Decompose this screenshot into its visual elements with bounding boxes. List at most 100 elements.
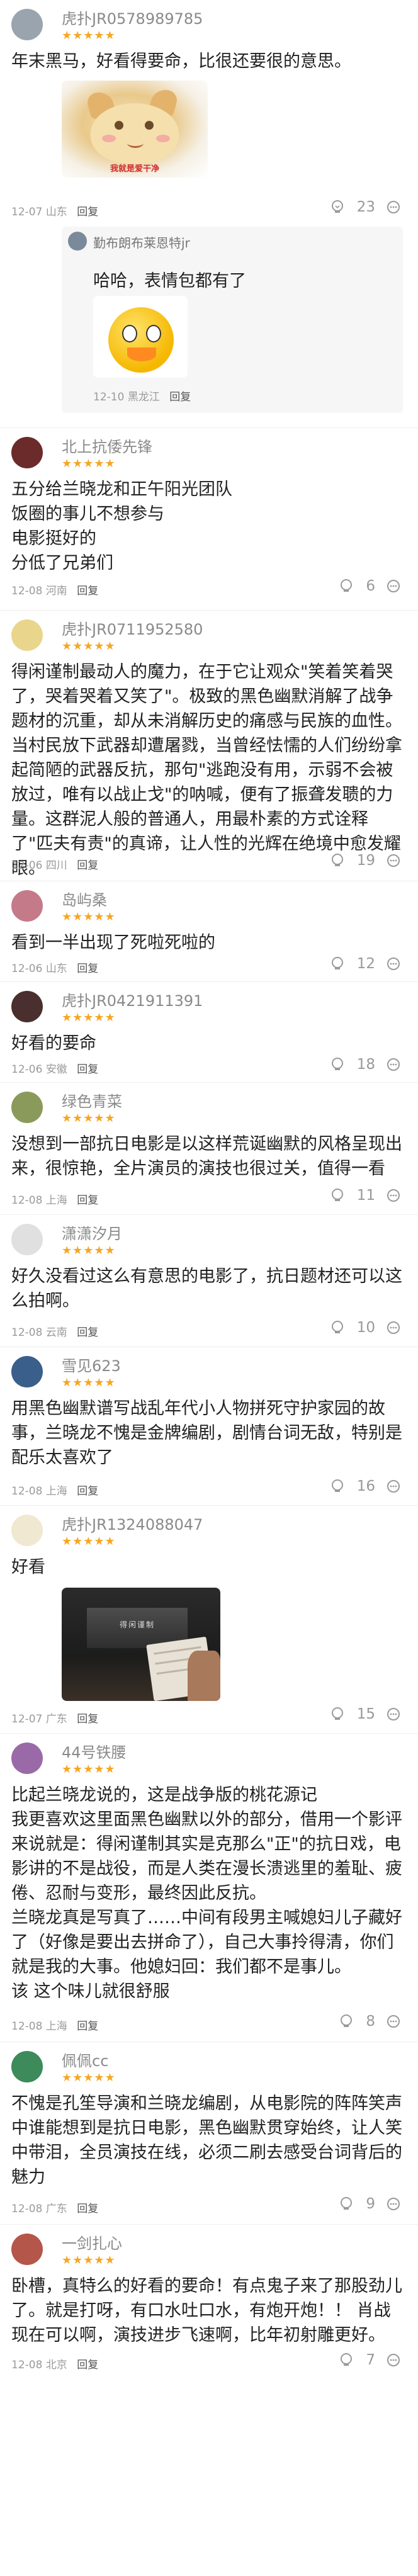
user-avatar[interactable] [11,619,43,651]
reply-username[interactable]: 勤布朗布莱恩特jr [93,233,190,251]
reply-button[interactable]: 回复 [77,206,98,218]
user-avatar[interactable] [11,2051,43,2082]
comment-meta: 12-08 云南 回复 [11,1323,98,1339]
lightbulb-like-icon[interactable] [338,2196,354,2212]
lightbulb-like-icon[interactable] [329,199,346,215]
lightbulb-like-icon[interactable] [329,1056,346,1073]
more-dots-icon[interactable] [387,2353,400,2367]
comment-date: 12-06 [11,963,43,975]
user-avatar[interactable] [11,991,43,1022]
comment-location: 安徽 [45,1063,67,1076]
comment-item: 虎扑JR0421911391 ★★★★★ 好看的要命 12-06 安徽 回复 1… [0,982,418,1083]
reply-button[interactable]: 回复 [77,2359,98,2371]
reply-button[interactable]: 回复 [77,585,98,597]
reply-button[interactable]: 回复 [77,963,98,975]
comment-location: 上海 [45,1194,67,1207]
more-dots-icon[interactable] [387,2014,400,2028]
reply-button[interactable]: 回复 [77,859,98,872]
more-dots-icon[interactable] [387,1707,400,1721]
photo-title: 得闲谨制 [119,1620,155,1629]
comment-username[interactable]: 虎扑JR0711952580 [62,617,203,639]
comment-username[interactable]: 佩佩cc [62,2048,108,2070]
like-count: 9 [366,2196,375,2212]
reply-button[interactable]: 回复 [77,2203,98,2215]
comment-date: 12-08 [11,2359,43,2371]
user-avatar[interactable] [11,1224,43,1255]
comment-username[interactable]: 虎扑JR0578989785 [62,6,203,28]
comment-item: 北上抗倭先锋 ★★★★★ 五分给兰晓龙和正午阳光团队 饭圈的事儿不想参与 电影挺… [0,428,418,611]
user-avatar[interactable] [11,1515,43,1546]
user-avatar[interactable] [11,1092,43,1123]
comment-item: 雪见623 ★★★★★ 用黑色幽默谱写战乱年代小人物拼死守护家园的故事，兰晓龙不… [0,1347,418,1506]
user-avatar[interactable] [11,437,43,468]
more-dots-icon[interactable] [387,1321,400,1335]
lightbulb-like-icon[interactable] [329,852,346,869]
comment-meta: 12-06 安徽 回复 [11,1060,98,1076]
comment-text: 好看的要命 [11,1034,96,1053]
lightbulb-like-icon[interactable] [329,1187,346,1204]
lightbulb-like-icon[interactable] [338,2013,354,2030]
comment-username[interactable]: 虎扑JR1324088047 [62,1512,203,1534]
comment-text: 比起兰晓龙说的，这是战争版的桃花源记 我更喜欢这里面黑色幽默以外的部分，借用一个… [11,1785,402,2001]
comment-date: 12-08 [11,1194,43,1207]
reply-button[interactable]: 回复 [77,1063,98,1076]
lightbulb-like-icon[interactable] [338,2352,354,2368]
comment-location: 河南 [45,585,67,597]
comment-actions: 8 [338,2013,400,2030]
user-avatar[interactable] [11,1743,43,1774]
comment-meta: 12-08 上海 回复 [11,1482,98,1498]
comment-text: 用黑色幽默谱写战乱年代小人物拼死守护家园的故事，兰晓龙不愧是金牌编剧，剧情台词无… [11,1399,402,1467]
more-dots-icon[interactable] [387,200,400,214]
reply-button[interactable]: 回复 [77,1485,98,1498]
sticker-image[interactable] [93,296,188,378]
comment-text: 卧槽，真特么的好看的要命！有点鬼子来了那股劲儿了。就是打呀，有口水吐口水，有炮开… [11,2276,402,2345]
user-avatar[interactable] [11,1356,43,1387]
comment-username[interactable]: 潇潇汐月 [62,1221,122,1243]
rating-stars: ★★★★★ [62,2254,116,2267]
user-avatar[interactable] [11,9,43,40]
more-dots-icon[interactable] [387,1189,400,1202]
lightbulb-like-icon[interactable] [338,578,354,594]
comment-actions: 11 [329,1187,400,1204]
comment-username[interactable]: 绿色青菜 [62,1089,122,1111]
like-count: 10 [356,1319,375,1336]
comment-actions: 16 [329,1478,400,1494]
like-count: 11 [356,1187,375,1204]
reply-date: 12-10 [93,391,125,404]
lightbulb-like-icon[interactable] [329,1478,346,1494]
more-dots-icon[interactable] [387,1479,400,1493]
more-dots-icon[interactable] [387,1058,400,1071]
more-dots-icon[interactable] [387,579,400,593]
user-avatar[interactable] [11,2234,43,2265]
rating-stars: ★★★★★ [62,640,116,653]
reply-button[interactable]: 回复 [77,1713,98,1726]
comment-text: 没想到一部抗日电影是以这样荒诞幽默的风格呈现出来，很惊艳，全片演员的演技也很过关… [11,1134,402,1178]
more-dots-icon[interactable] [387,2197,400,2211]
more-dots-icon[interactable] [387,854,400,867]
comment-username[interactable]: 一剑扎心 [62,2231,122,2253]
comment-location: 广东 [45,1713,67,1726]
like-count: 19 [356,852,375,869]
comment-meta: 12-08 河南 回复 [11,582,98,597]
comment-username[interactable]: 岛屿桑 [62,888,107,910]
reply-avatar[interactable] [68,232,87,251]
comment-location: 四川 [45,859,67,872]
lightbulb-like-icon[interactable] [329,956,346,972]
sticker-image[interactable]: 我就是爱干净 [62,81,208,178]
comment-username[interactable]: 44号铁腰 [62,1740,127,1762]
comment-username[interactable]: 雪见623 [62,1353,121,1376]
user-avatar[interactable] [11,890,43,922]
lightbulb-like-icon[interactable] [329,1706,346,1722]
reply-button[interactable]: 回复 [77,2020,98,2033]
more-dots-icon[interactable] [387,957,400,971]
rating-stars: ★★★★★ [62,457,116,470]
reply-button[interactable]: 回复 [77,1194,98,1207]
comment-actions: 10 [329,1319,400,1336]
comment-username[interactable]: 北上抗倭先锋 [62,434,152,456]
comment-location: 广东 [45,2203,67,2215]
reply-button[interactable]: 回复 [169,391,191,404]
comment-username[interactable]: 虎扑JR0421911391 [62,988,203,1010]
lightbulb-like-icon[interactable] [329,1319,346,1336]
reply-button[interactable]: 回复 [77,1326,98,1339]
photo-attachment[interactable]: 得闲谨制 [62,1588,220,1701]
